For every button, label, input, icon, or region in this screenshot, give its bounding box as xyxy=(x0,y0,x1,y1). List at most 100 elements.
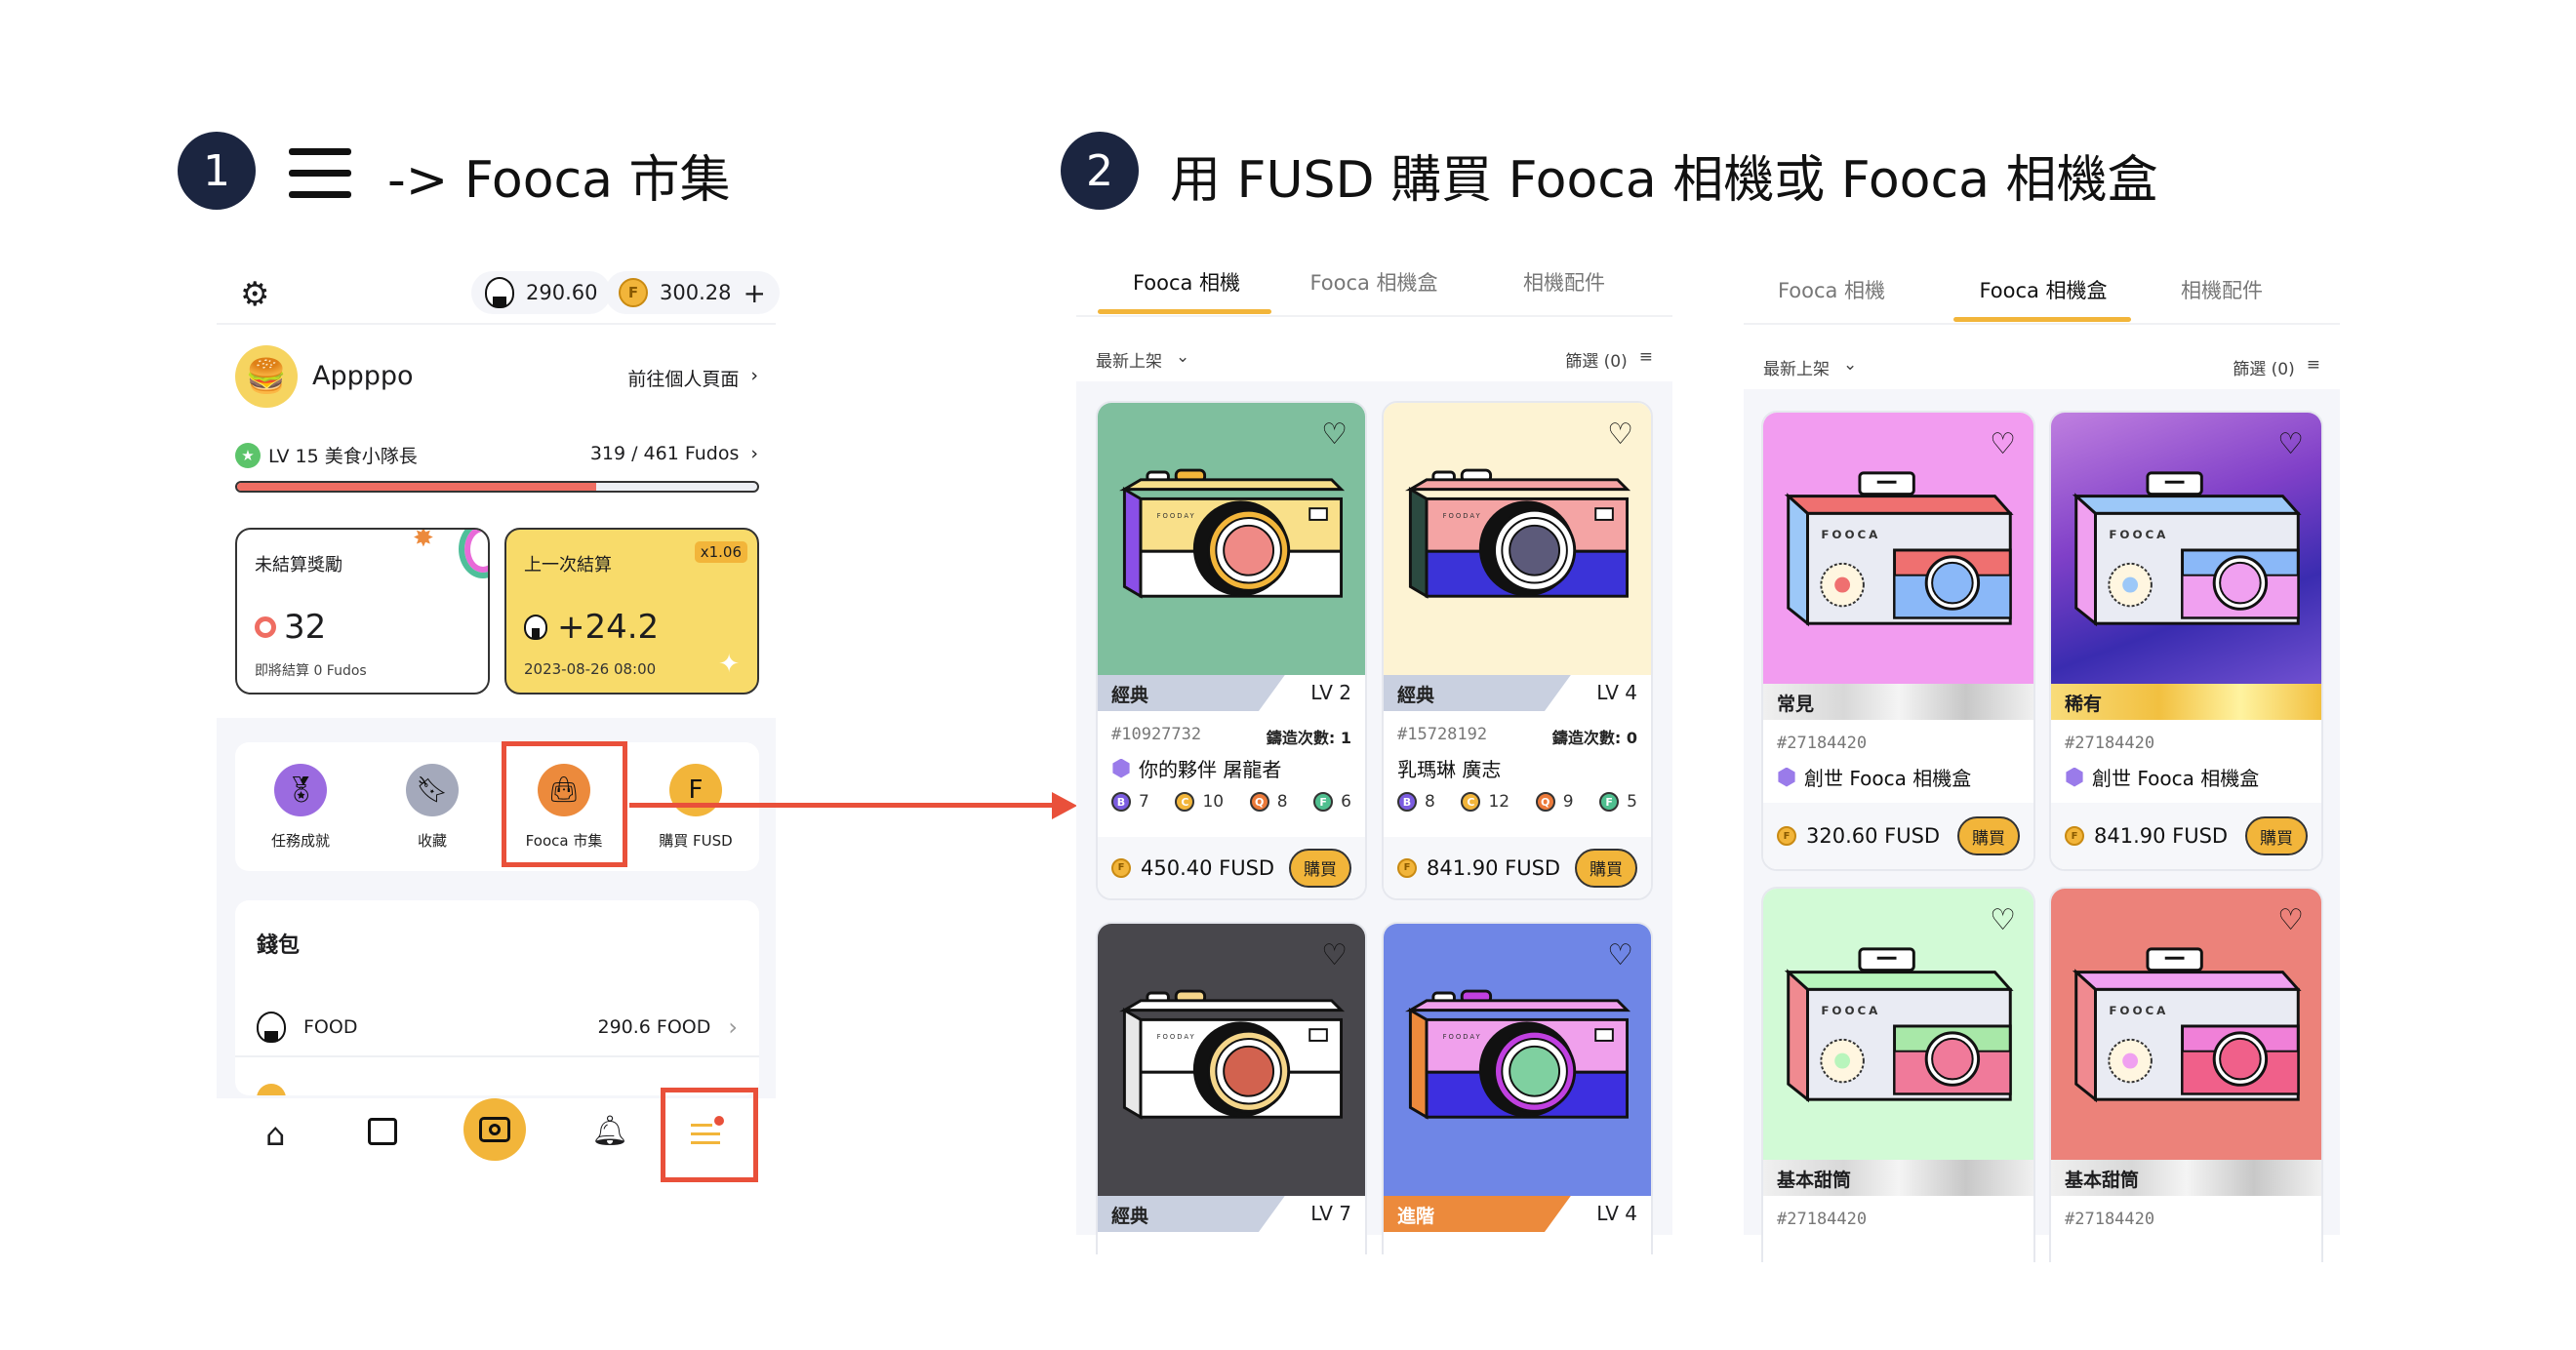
gallery-icon[interactable] xyxy=(368,1118,397,1145)
market-card[interactable]: FOODAY ♡ 經典 LV 4 #15728192 鑄造次數: 0 乳瑪琳 廣志 B 8 C 1… xyxy=(1382,401,1653,900)
price-label: 450.40 FUSD xyxy=(1141,855,1275,880)
tab-1[interactable]: Fooca 相機盒 xyxy=(1955,275,2131,304)
filter-icon: ≡ xyxy=(2306,355,2320,375)
rarity-label: 基本甜筒 xyxy=(1777,1170,1852,1191)
market-card[interactable]: FOOCA ♡ 稀有 #27184420 創世 Fooca 相機盒 F 841.90 FU… xyxy=(2049,411,2323,871)
heart-favorite-icon[interactable]: ♡ xyxy=(1321,941,1348,971)
price-label: 320.60 FUSD xyxy=(1806,824,1941,848)
bell-icon[interactable]: 🔔︎ xyxy=(591,1114,628,1148)
price-footer: F 450.40 FUSD 購買 xyxy=(1098,837,1365,898)
item-name: 你的夥伴 屠龍者 xyxy=(1111,754,1281,782)
last-settlement-value: +24.2 xyxy=(524,608,659,647)
hamburger-menu-icon xyxy=(289,148,351,213)
sort-dropdown[interactable]: 最新上架 ⌄ xyxy=(1763,355,1857,379)
stat-value: 10 xyxy=(1202,792,1225,812)
rarity-label: 經典 xyxy=(1098,1196,1285,1232)
rarity-band: 稀有 xyxy=(2051,684,2321,720)
filter-label: 篩選 (0) xyxy=(1565,352,1628,372)
unsettled-reward-card[interactable]: 未結算獎勵 ✸ 32 即將結算 0 Fudos xyxy=(235,528,490,695)
stat-F-icon: F xyxy=(1599,792,1620,812)
market-card[interactable]: FOOCA ♡ 基本甜筒 #27184420 xyxy=(1761,887,2035,1262)
heart-favorite-icon[interactable]: ♡ xyxy=(1990,906,2016,935)
rarity-band: 經典 LV 7 xyxy=(1098,1196,1365,1232)
market-card[interactable]: FOODAY ♡ 經典 LV 7 xyxy=(1096,922,1367,1254)
svg-text:FOOCA: FOOCA xyxy=(2109,1004,2168,1017)
svg-text:FOODAY: FOODAY xyxy=(1157,512,1196,520)
chevron-down-icon: ⌄ xyxy=(1843,355,1858,375)
tab-bar: Fooca 相機 Fooca 相機盒 相機配件 xyxy=(1076,267,1672,314)
fusd-coin-icon: F xyxy=(619,278,648,307)
item-name: 創世 Fooca 相機盒 xyxy=(2065,763,2259,791)
menu-item-label: 購買 FUSD xyxy=(659,832,733,850)
fudos-progress-text: 319 / 461 Fudos xyxy=(589,443,740,464)
fusd-coin-icon: F xyxy=(2065,826,2084,846)
tab-2[interactable]: 相機配件 xyxy=(2134,275,2310,304)
rarity-band: 基本甜筒 xyxy=(1763,1160,2033,1196)
price: F 320.60 FUSD xyxy=(1777,824,1940,848)
stats-row: B 7 C 10 Q 8 F 6 xyxy=(1111,792,1351,812)
heart-favorite-icon[interactable]: ♡ xyxy=(2277,906,2304,935)
fusd-coin-icon: F xyxy=(1777,826,1796,846)
stat-C-icon: C xyxy=(1175,792,1195,812)
filter-button[interactable]: 篩選 (0) ≡ xyxy=(1565,347,1653,372)
market-cameras-screen: Fooca 相機 Fooca 相機盒 相機配件 最新上架 ⌄ 篩選 (0) ≡ FOOD… xyxy=(1076,254,1672,1254)
tab-0[interactable]: Fooca 相機 xyxy=(1744,275,1919,304)
token-id: #10927732 xyxy=(1111,725,1202,744)
sort-dropdown[interactable]: 最新上架 ⌄ xyxy=(1096,347,1189,372)
buy-button[interactable]: 購買 xyxy=(2245,816,2308,855)
multiplier-badge: x1.06 xyxy=(694,541,747,563)
food-onigiri-icon xyxy=(485,277,514,308)
heart-favorite-icon[interactable]: ♡ xyxy=(1321,420,1348,450)
tab-bar: Fooca 相機 Fooca 相機盒 相機配件 xyxy=(1744,275,2340,322)
price: F 841.90 FUSD xyxy=(2065,824,2228,848)
stat-value: 6 xyxy=(1341,792,1351,812)
food-balance-pill: 290.60 xyxy=(471,271,612,314)
username: Appppo xyxy=(312,361,414,391)
wallet-row-food[interactable]: FOOD 290.6 FOOD › xyxy=(235,998,759,1056)
market-card[interactable]: FOOCA ♡ 基本甜筒 #27184420 xyxy=(2049,887,2323,1262)
settings-gear-icon[interactable]: ⚙ xyxy=(240,275,269,314)
home-icon[interactable]: ⌂ xyxy=(265,1116,285,1153)
camera-button[interactable] xyxy=(463,1098,526,1161)
buy-button[interactable]: 購買 xyxy=(1289,848,1351,888)
buy-button[interactable]: 購買 xyxy=(1575,848,1637,888)
menu-item-1[interactable]: 🔖︎ 收藏 xyxy=(364,764,501,851)
buy-button[interactable]: 購買 xyxy=(1957,816,2020,855)
token-id-row: #10927732 鑄造次數: 1 xyxy=(1111,725,1351,748)
divider xyxy=(235,1055,759,1057)
level-label: LV 15 美食小隊長 xyxy=(268,446,418,467)
market-card[interactable]: FOODAY ♡ 進階 LV 4 xyxy=(1382,922,1653,1254)
heart-favorite-icon[interactable]: ♡ xyxy=(1607,941,1633,971)
price-label: 841.90 FUSD xyxy=(2094,824,2229,848)
heart-favorite-icon[interactable]: ♡ xyxy=(1990,430,2016,459)
menu-item-0[interactable]: 🏅︎ 任務成就 xyxy=(232,764,369,851)
market-card[interactable]: FOOCA ♡ 常見 #27184420 創世 Fooca 相機盒 F 320.60 FU… xyxy=(1761,411,2035,871)
last-settlement-card[interactable]: 上一次結算 x1.06 +24.2 2023-08-26 08:00 ✦ xyxy=(504,528,759,695)
rarity-label: 稀有 xyxy=(2065,694,2103,715)
profile-link[interactable]: 前往個人頁面 › xyxy=(627,365,758,391)
price: F 841.90 FUSD xyxy=(1397,856,1560,880)
svg-text:FOODAY: FOODAY xyxy=(1443,1033,1482,1041)
heart-favorite-icon[interactable]: ♡ xyxy=(1607,420,1633,450)
item-name: 乳瑪琳 廣志 xyxy=(1397,754,1501,782)
tab-1[interactable]: Fooca 相機盒 xyxy=(1286,267,1462,297)
filter-label: 篩選 (0) xyxy=(2233,360,2295,379)
fusd-balance: 300.28 xyxy=(660,281,732,304)
star-icon: ★ xyxy=(235,442,261,468)
heart-favorite-icon[interactable]: ♡ xyxy=(2277,430,2304,459)
stats-row: B 8 C 12 Q 9 F 5 xyxy=(1397,792,1637,812)
tab-2[interactable]: 相機配件 xyxy=(1476,267,1652,297)
token-id-row: #27184420 xyxy=(1777,1210,2020,1229)
stat-Q-icon: Q xyxy=(1249,792,1269,812)
filter-button[interactable]: 篩選 (0) ≡ xyxy=(2233,355,2320,379)
tab-0[interactable]: Fooca 相機 xyxy=(1099,267,1274,297)
add-fusd-button[interactable]: + xyxy=(743,277,765,309)
highlight-market-box xyxy=(502,741,627,867)
avatar-burger[interactable]: 🍔 xyxy=(235,345,298,408)
item-name-label: 創世 Fooca 相機盒 xyxy=(2092,767,2260,790)
market-card[interactable]: FOODAY ♡ 經典 LV 2 #10927732 鑄造次數: 1 你的夥伴 屠龍者 B 7… xyxy=(1096,401,1367,900)
unsettled-title: 未結算獎勵 xyxy=(255,555,342,576)
step-2-badge: 2 xyxy=(1061,132,1139,210)
fudos-link[interactable]: 319 / 461 Fudos › xyxy=(590,443,758,464)
sort-label: 最新上架 xyxy=(1096,352,1162,372)
